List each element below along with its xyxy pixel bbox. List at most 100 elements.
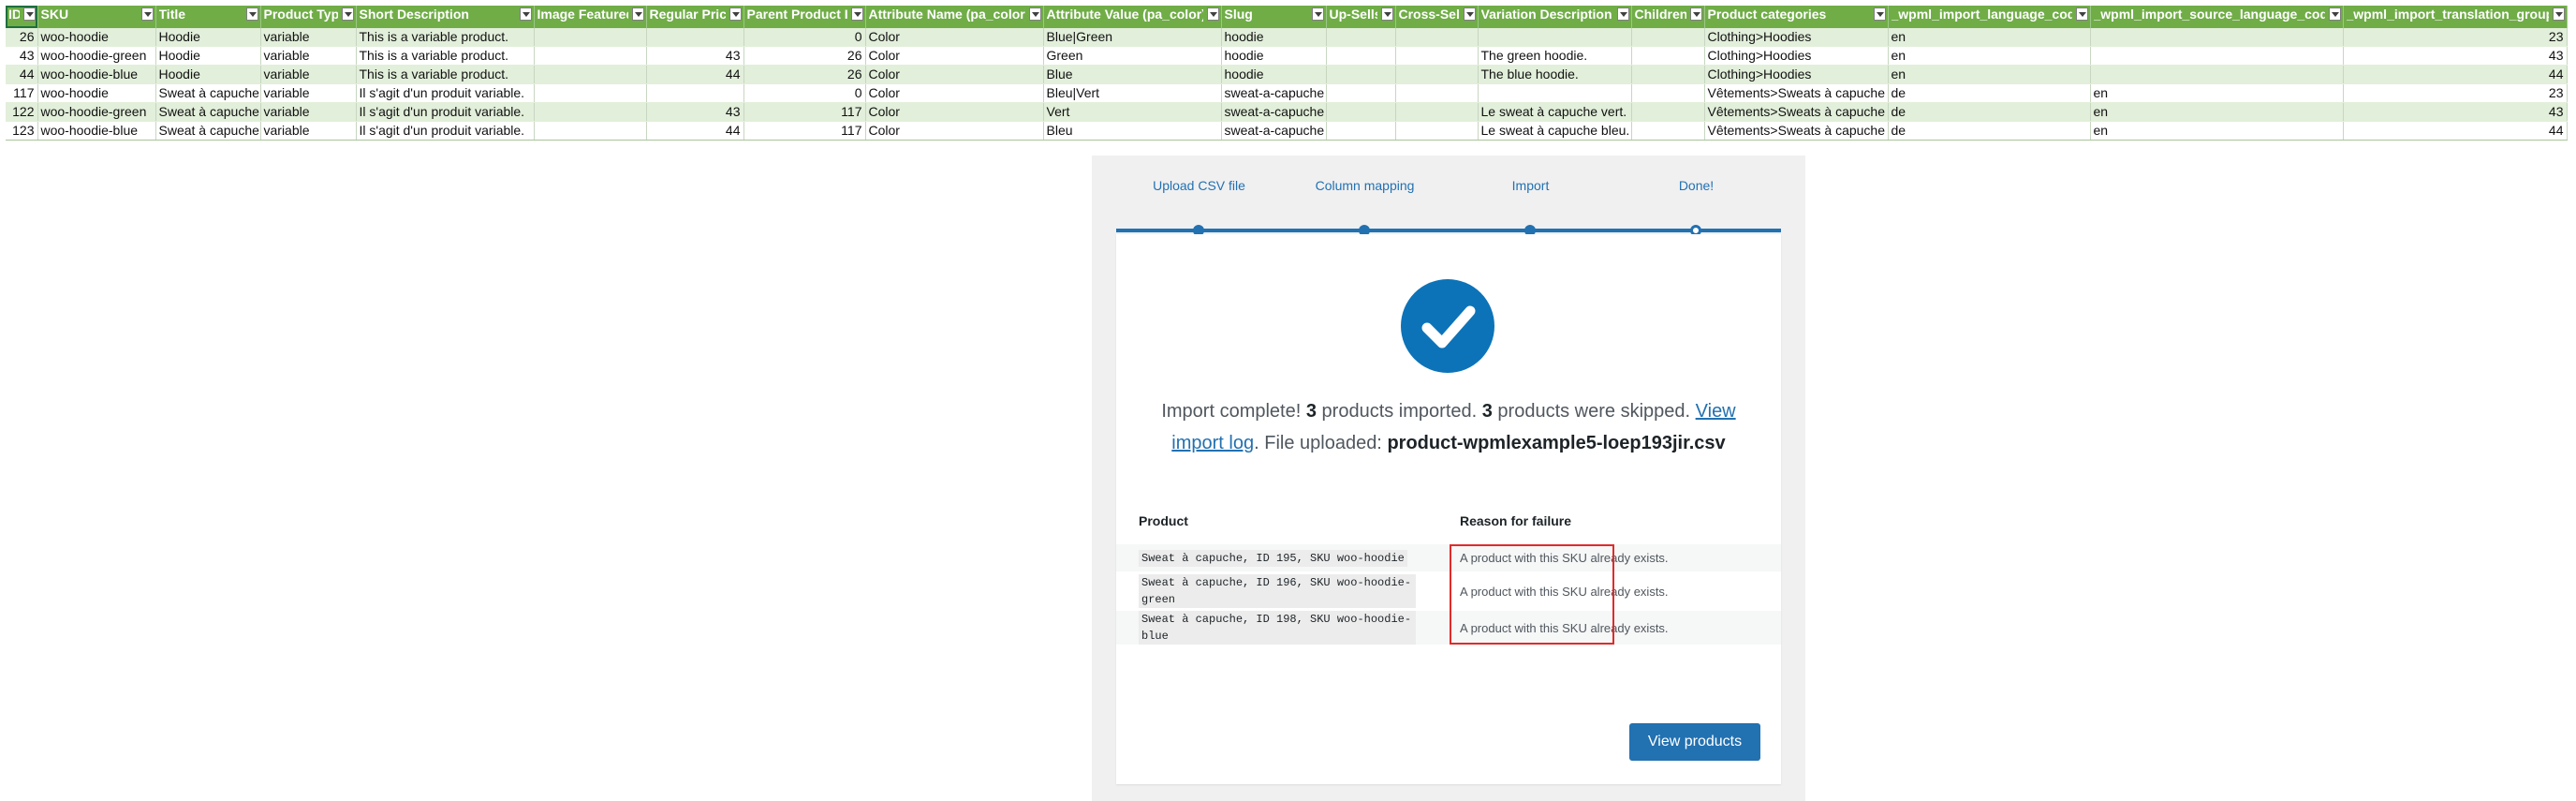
table-cell[interactable] [1326, 83, 1396, 103]
table-cell[interactable]: en [1888, 28, 2091, 47]
table-cell[interactable]: Vêtements>Sweats à capuche [1704, 83, 1889, 103]
table-cell[interactable] [1478, 83, 1632, 103]
filter-dropdown-icon[interactable] [2075, 7, 2088, 21]
column-header[interactable]: Parent Product ID [743, 6, 866, 28]
table-cell[interactable]: This is a variable product. [356, 65, 535, 84]
table-cell[interactable]: variable [260, 65, 357, 84]
table-cell[interactable]: Sweat à capuche [155, 102, 261, 122]
table-cell[interactable]: Il s'agit d'un produit variable. [356, 83, 535, 103]
filter-dropdown-icon[interactable] [2552, 7, 2565, 21]
table-cell[interactable]: This is a variable product. [356, 46, 535, 66]
table-cell[interactable]: variable [260, 28, 357, 47]
table-cell[interactable]: woo-hoodie-blue [37, 65, 156, 84]
table-cell[interactable]: Le sweat à capuche bleu. [1478, 121, 1632, 141]
table-cell[interactable]: de [1888, 102, 2091, 122]
table-cell[interactable]: Vêtements>Sweats à capuche [1704, 102, 1889, 122]
table-cell[interactable]: Il s'agit d'un produit variable. [356, 102, 535, 122]
filter-dropdown-icon[interactable] [2328, 7, 2341, 21]
table-cell[interactable]: Sweat à capuche [155, 83, 261, 103]
table-cell[interactable]: Blue [1043, 65, 1222, 84]
table-cell[interactable]: Sweat à capuche [155, 121, 261, 141]
table-cell[interactable]: The green hoodie. [1478, 46, 1632, 66]
column-header[interactable]: Attribute Value (pa_color) [1043, 6, 1222, 28]
table-cell[interactable]: Vert [1043, 102, 1222, 122]
table-cell[interactable]: Color [865, 46, 1044, 66]
table-cell[interactable]: Le sweat à capuche vert. [1478, 102, 1632, 122]
table-cell[interactable] [2090, 65, 2344, 84]
column-header[interactable]: Variation Description [1478, 6, 1632, 28]
table-cell[interactable]: woo-hoodie-green [37, 46, 156, 66]
table-cell[interactable]: en [2090, 102, 2344, 122]
table-cell[interactable] [646, 83, 744, 103]
table-cell[interactable]: 117 [743, 121, 866, 141]
table-cell[interactable]: 26 [743, 65, 866, 84]
table-cell[interactable]: woo-hoodie-blue [37, 121, 156, 141]
filter-dropdown-icon[interactable] [1873, 7, 1886, 21]
column-header[interactable]: Short Description [356, 6, 535, 28]
table-cell[interactable] [2090, 46, 2344, 66]
table-cell[interactable] [534, 121, 647, 141]
table-cell[interactable] [1395, 65, 1479, 84]
column-header[interactable]: _wpml_import_source_language_code [2090, 6, 2344, 28]
table-cell[interactable] [1395, 102, 1479, 122]
column-header[interactable]: Product categories [1704, 6, 1889, 28]
table-cell[interactable]: Clothing>Hoodies [1704, 65, 1889, 84]
table-cell[interactable] [1478, 28, 1632, 47]
table-cell[interactable]: 43 [2343, 102, 2568, 122]
table-cell[interactable]: 44 [646, 121, 744, 141]
filter-dropdown-icon[interactable] [341, 7, 354, 21]
table-cell[interactable]: 43 [2343, 46, 2568, 66]
table-cell[interactable] [1395, 46, 1479, 66]
table-cell[interactable] [1326, 65, 1396, 84]
column-header[interactable]: Regular Price [646, 6, 744, 28]
filter-dropdown-icon[interactable] [519, 7, 532, 21]
table-cell[interactable]: sweat-a-capuche [1221, 121, 1327, 141]
column-header[interactable]: Attribute Name (pa_color) [865, 6, 1044, 28]
view-products-button[interactable]: View products [1629, 723, 1760, 761]
filter-dropdown-icon[interactable] [22, 7, 36, 21]
column-header[interactable]: Product Type [260, 6, 357, 28]
table-cell[interactable] [1631, 46, 1705, 66]
table-cell[interactable]: variable [260, 121, 357, 141]
table-cell[interactable] [534, 28, 647, 47]
table-cell[interactable]: hoodie [1221, 28, 1327, 47]
table-cell[interactable]: 117 [6, 83, 38, 103]
table-cell[interactable] [1395, 121, 1479, 141]
table-cell[interactable]: 0 [743, 28, 866, 47]
table-cell[interactable] [534, 46, 647, 66]
column-header[interactable]: Up-Sells [1326, 6, 1396, 28]
table-cell[interactable]: Hoodie [155, 46, 261, 66]
table-cell[interactable]: Color [865, 83, 1044, 103]
table-cell[interactable]: 43 [6, 46, 38, 66]
column-header[interactable]: Cross-Sells [1395, 6, 1479, 28]
table-cell[interactable]: 44 [2343, 121, 2568, 141]
table-cell[interactable]: 43 [646, 102, 744, 122]
table-cell[interactable]: sweat-a-capuche [1221, 102, 1327, 122]
filter-dropdown-icon[interactable] [1206, 7, 1219, 21]
column-header[interactable]: Children [1631, 6, 1705, 28]
table-cell[interactable]: Blue|Green [1043, 28, 1222, 47]
table-cell[interactable]: en [1888, 65, 2091, 84]
table-cell[interactable]: en [2090, 83, 2344, 103]
filter-dropdown-icon[interactable] [1380, 7, 1393, 21]
table-cell[interactable] [1631, 102, 1705, 122]
table-cell[interactable] [646, 28, 744, 47]
table-cell[interactable]: 122 [6, 102, 38, 122]
table-cell[interactable]: Color [865, 28, 1044, 47]
filter-dropdown-icon[interactable] [631, 7, 644, 21]
table-cell[interactable]: sweat-a-capuche [1221, 83, 1327, 103]
filter-dropdown-icon[interactable] [729, 7, 742, 21]
table-cell[interactable]: 44 [6, 65, 38, 84]
table-cell[interactable]: hoodie [1221, 65, 1327, 84]
column-header[interactable]: Title [155, 6, 261, 28]
table-cell[interactable]: Hoodie [155, 65, 261, 84]
table-cell[interactable]: 117 [743, 102, 866, 122]
table-cell[interactable] [1326, 121, 1396, 141]
column-header[interactable]: Slug [1221, 6, 1327, 28]
table-cell[interactable]: 0 [743, 83, 866, 103]
table-cell[interactable]: 44 [646, 65, 744, 84]
table-cell[interactable] [1395, 28, 1479, 47]
table-cell[interactable]: Bleu|Vert [1043, 83, 1222, 103]
table-cell[interactable]: variable [260, 46, 357, 66]
filter-dropdown-icon[interactable] [850, 7, 863, 21]
